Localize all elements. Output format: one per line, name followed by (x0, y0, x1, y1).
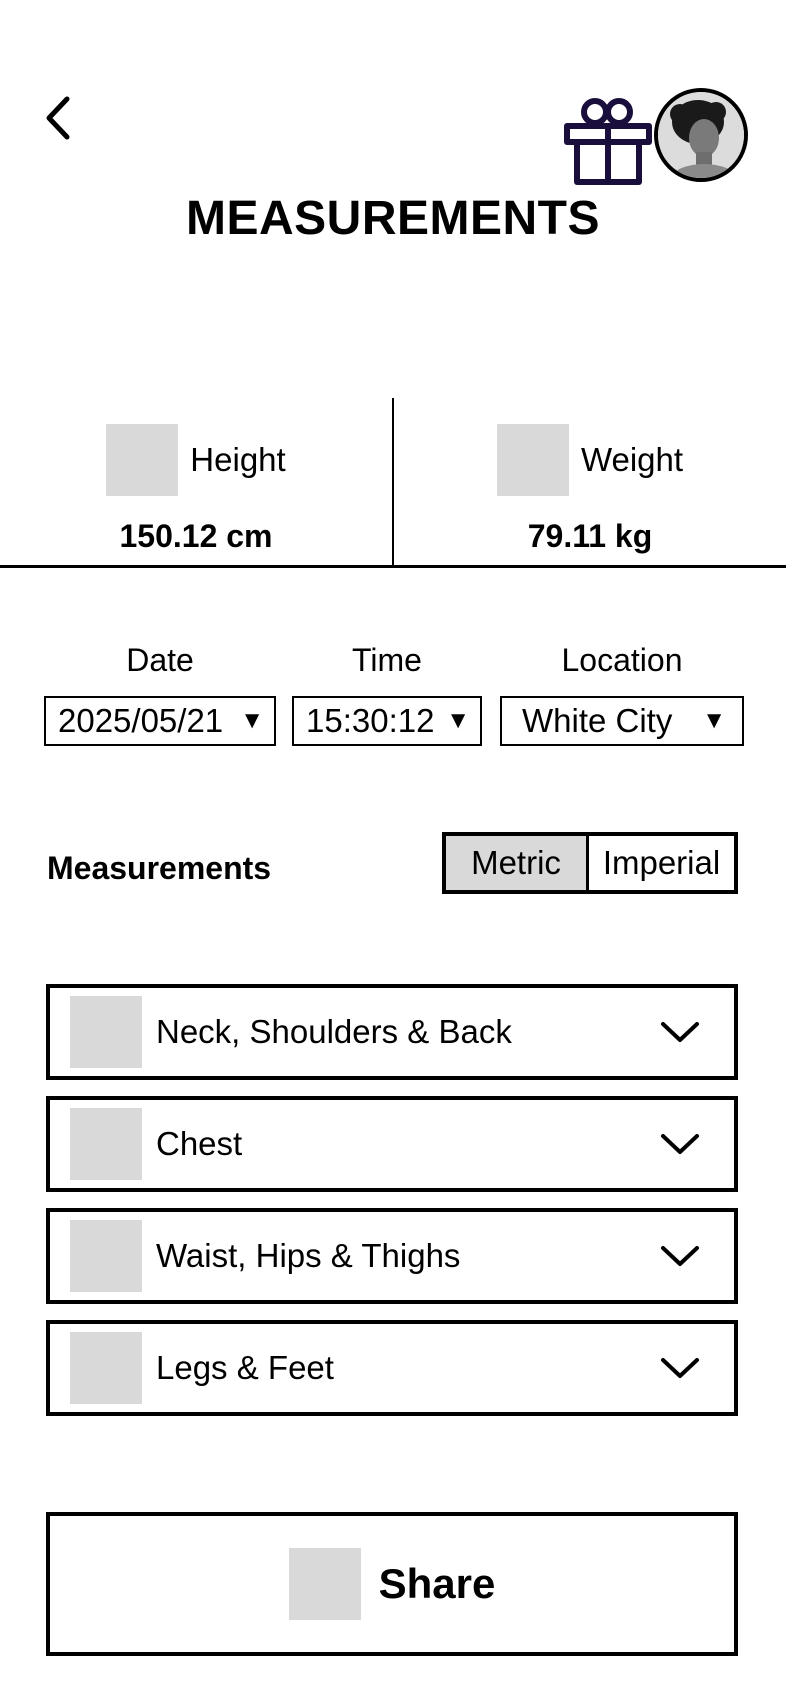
chevron-down-icon (661, 1134, 699, 1154)
accordion-neck-shoulders-back[interactable]: Neck, Shoulders & Back (46, 984, 738, 1080)
accordion-label: Neck, Shoulders & Back (156, 1013, 512, 1050)
weight-label: Weight (580, 441, 684, 478)
height-stat: Height 150.12 cm (0, 424, 392, 564)
location-label: Location (561, 642, 683, 678)
share-label: Share (378, 1560, 496, 1607)
accordion-label: Waist, Hips & Thighs (156, 1237, 461, 1274)
metric-toggle-option[interactable]: Metric (446, 836, 589, 890)
share-button[interactable]: Share (46, 1512, 738, 1656)
weight-stat: Weight 79.11 kg (394, 424, 786, 564)
page-title: MEASUREMENTS (185, 192, 601, 245)
neck-shoulders-back-icon (70, 996, 142, 1068)
date-select-value: 2025/05/21 (58, 702, 224, 739)
accordion-chest[interactable]: Chest (46, 1096, 738, 1192)
profile-photo (658, 92, 744, 178)
height-value: 150.12 cm (119, 518, 273, 554)
stats-panel: Height 150.12 cm Weight 79.11 kg (0, 398, 786, 568)
accordion-waist-hips-thighs[interactable]: Waist, Hips & Thighs (46, 1208, 738, 1304)
gift-button[interactable] (563, 96, 653, 186)
location-select-value: White City (522, 702, 673, 739)
weight-icon (496, 424, 569, 496)
chest-icon (70, 1108, 142, 1180)
chevron-down-icon (661, 1246, 699, 1266)
height-stat-header: Height (0, 424, 392, 496)
back-button[interactable] (36, 92, 80, 144)
date-label: Date (126, 642, 194, 678)
caret-down-icon: ▼ (240, 707, 264, 734)
accordion-legs-feet[interactable]: Legs & Feet (46, 1320, 738, 1416)
accordion-label: Legs & Feet (156, 1349, 334, 1386)
unit-toggle: Metric Imperial (442, 832, 738, 894)
date-select[interactable]: 2025/05/21 ▼ (44, 696, 276, 746)
accordion-label: Chest (156, 1125, 243, 1162)
weight-stat-header: Weight (394, 424, 786, 496)
location-select[interactable]: White City ▼ (500, 696, 744, 746)
chevron-left-icon (46, 96, 70, 140)
caret-down-icon: ▼ (446, 707, 470, 734)
share-icon (288, 1548, 361, 1620)
profile-avatar[interactable] (654, 88, 748, 182)
waist-hips-thighs-icon (70, 1220, 142, 1292)
legs-feet-icon (70, 1332, 142, 1404)
height-label: Height (190, 441, 286, 478)
time-select[interactable]: 15:30:12 ▼ (292, 696, 482, 746)
gift-icon (564, 98, 652, 185)
imperial-toggle-option[interactable]: Imperial (589, 836, 734, 890)
weight-value: 79.11 kg (527, 518, 653, 554)
height-icon (106, 424, 179, 496)
chevron-down-icon (661, 1022, 699, 1042)
time-select-value: 15:30:12 (306, 702, 435, 739)
chevron-down-icon (661, 1358, 699, 1378)
caret-down-icon: ▼ (702, 707, 726, 734)
measurements-section-label: Measurements (47, 850, 272, 886)
time-label: Time (352, 642, 422, 678)
